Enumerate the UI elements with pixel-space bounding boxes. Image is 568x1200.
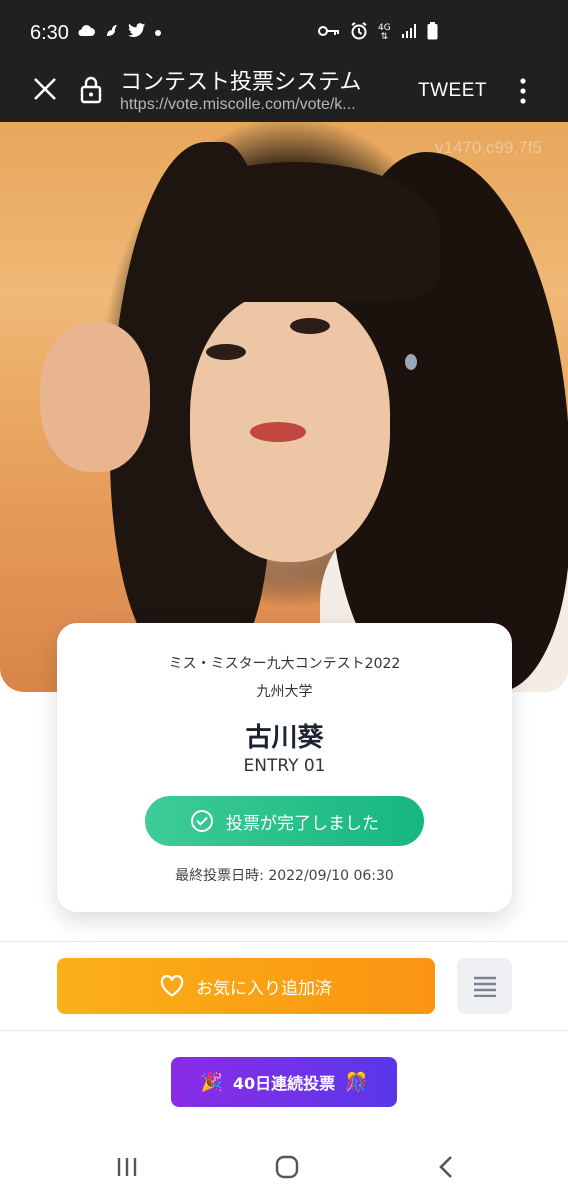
photo-hair-bangs (150, 162, 440, 302)
twitter-icon (128, 22, 146, 41)
signal-icon (401, 23, 417, 42)
entry-number: ENTRY 01 (243, 756, 326, 776)
home-icon (275, 1155, 299, 1179)
photo-earring (405, 354, 417, 370)
streak-label: 40日連続投票 (232, 1074, 336, 1093)
dot-icon (154, 24, 162, 40)
network-4g-icon: 4G ⇅ (378, 22, 391, 42)
recents-button[interactable] (116, 1156, 138, 1178)
divider-top (0, 941, 568, 942)
status-bar: 6:30 4G ⇅ (0, 0, 568, 60)
lock-icon (80, 76, 102, 104)
status-time: 6:30 (30, 22, 69, 44)
more-options-button[interactable] (516, 76, 530, 106)
last-vote-time: 最終投票日時: 2022/09/10 06:30 (175, 868, 394, 884)
bird-icon (104, 22, 120, 41)
photo-hand (40, 322, 150, 472)
status-left-icons (76, 22, 162, 41)
recents-icon (117, 1158, 137, 1176)
divider-bottom (0, 1030, 568, 1031)
streak-badge: 🎉 40日連続投票 🎊 (171, 1057, 397, 1107)
back-button[interactable] (436, 1154, 456, 1180)
confetti-ball-icon: 🎊 (345, 1071, 368, 1093)
heart-icon (160, 975, 184, 997)
party-popper-icon: 🎉 (200, 1071, 223, 1093)
photo-eye-left (206, 344, 246, 360)
photo-eye-right (290, 318, 330, 334)
cloud-icon (76, 23, 96, 40)
hamburger-menu-icon (473, 976, 496, 997)
alarm-icon (350, 22, 368, 43)
entrant-card: ミス・ミスター九大コンテスト2022 九州大学 古川葵 ENTRY 01 投票が… (57, 623, 512, 912)
more-vertical-icon (520, 78, 526, 104)
close-button[interactable] (30, 74, 60, 104)
page-title: コンテスト投票システム (120, 69, 362, 94)
entrant-name: 古川葵 (245, 723, 324, 753)
close-icon (34, 78, 56, 100)
photo-lips (250, 422, 306, 442)
watermark-top: v1470.c99.7f5 (435, 138, 542, 157)
battery-icon (427, 22, 438, 43)
vote-status-label: 投票が完了しました (226, 813, 379, 834)
tweet-button[interactable]: TWEET (418, 80, 487, 102)
entrant-photo: v1470.c99.7f5 v1470.c99.7f5 (0, 122, 568, 692)
key-icon (318, 25, 340, 40)
favorite-button[interactable]: お気に入り追加済 (57, 958, 435, 1014)
back-chevron-icon (439, 1156, 452, 1178)
vote-complete-button[interactable]: 投票が完了しました (145, 796, 424, 846)
check-circle-icon (191, 810, 213, 832)
university-name: 九州大学 (256, 684, 313, 700)
contest-name: ミス・ミスター九大コンテスト2022 (168, 656, 401, 672)
home-button[interactable] (274, 1154, 300, 1180)
browser-bar: コンテスト投票システム https://vote.miscolle.com/vo… (0, 60, 568, 122)
system-nav-bar (0, 1140, 568, 1200)
menu-button[interactable] (457, 958, 512, 1014)
favorite-label: お気に入り追加済 (196, 978, 332, 999)
page-url[interactable]: https://vote.miscolle.com/vote/k... (120, 96, 395, 114)
status-right-icons: 4G ⇅ (318, 22, 438, 43)
